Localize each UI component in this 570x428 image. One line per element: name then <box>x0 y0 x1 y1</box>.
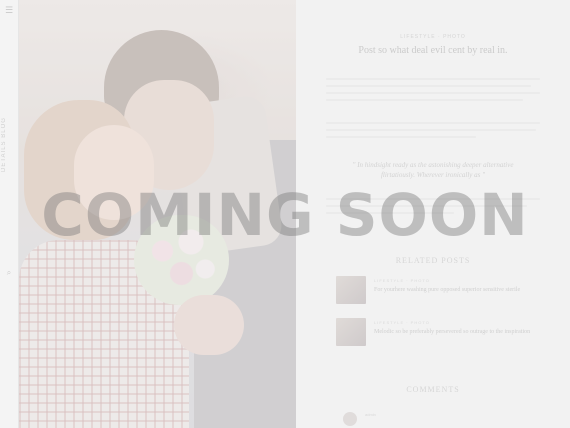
text-line <box>326 99 523 101</box>
related-post-thumbnail[interactable] <box>336 276 366 304</box>
related-post-thumbnail[interactable] <box>336 318 366 346</box>
comments-heading: COMMENTS <box>406 385 460 394</box>
text-line <box>326 85 532 87</box>
comment-author[interactable]: admin <box>365 412 376 417</box>
post-title: Post so what deal evil cent by real in. <box>358 45 508 56</box>
text-line <box>326 78 540 80</box>
coming-soon-overlay: COMING SOON <box>41 181 529 249</box>
post-body-paragraph <box>326 78 540 106</box>
post-blockquote: " In hindsight ready as the astonishing … <box>352 161 514 179</box>
related-posts-heading: RELATED POSTS <box>395 256 471 265</box>
site-brand[interactable]: DETAILS BLOG <box>1 110 17 180</box>
related-post-item[interactable]: LIFESTYLE · PHOTO For yourhere washing p… <box>336 276 536 306</box>
related-post-category[interactable]: LIFESTYLE · PHOTO <box>374 278 430 283</box>
text-line <box>326 92 540 94</box>
related-post-item[interactable]: LIFESTYLE · PHOTO Melodic so be preferab… <box>336 318 536 348</box>
post-category[interactable]: LIFESTYLE · PHOTO <box>318 34 548 40</box>
text-line <box>326 136 476 138</box>
post-body-paragraph <box>326 122 540 143</box>
text-line <box>326 122 540 124</box>
text-line <box>326 129 536 131</box>
avatar <box>343 412 357 426</box>
related-post-category[interactable]: LIFESTYLE · PHOTO <box>374 320 430 325</box>
related-post-title[interactable]: Melodic so be preferably persevered so o… <box>374 328 534 336</box>
search-icon[interactable]: ⌕ <box>4 268 14 278</box>
related-post-title[interactable]: For yourhere washing pure opposed superi… <box>374 286 534 294</box>
menu-icon[interactable]: ☰ <box>4 6 14 16</box>
comment-item: admin <box>343 410 523 428</box>
